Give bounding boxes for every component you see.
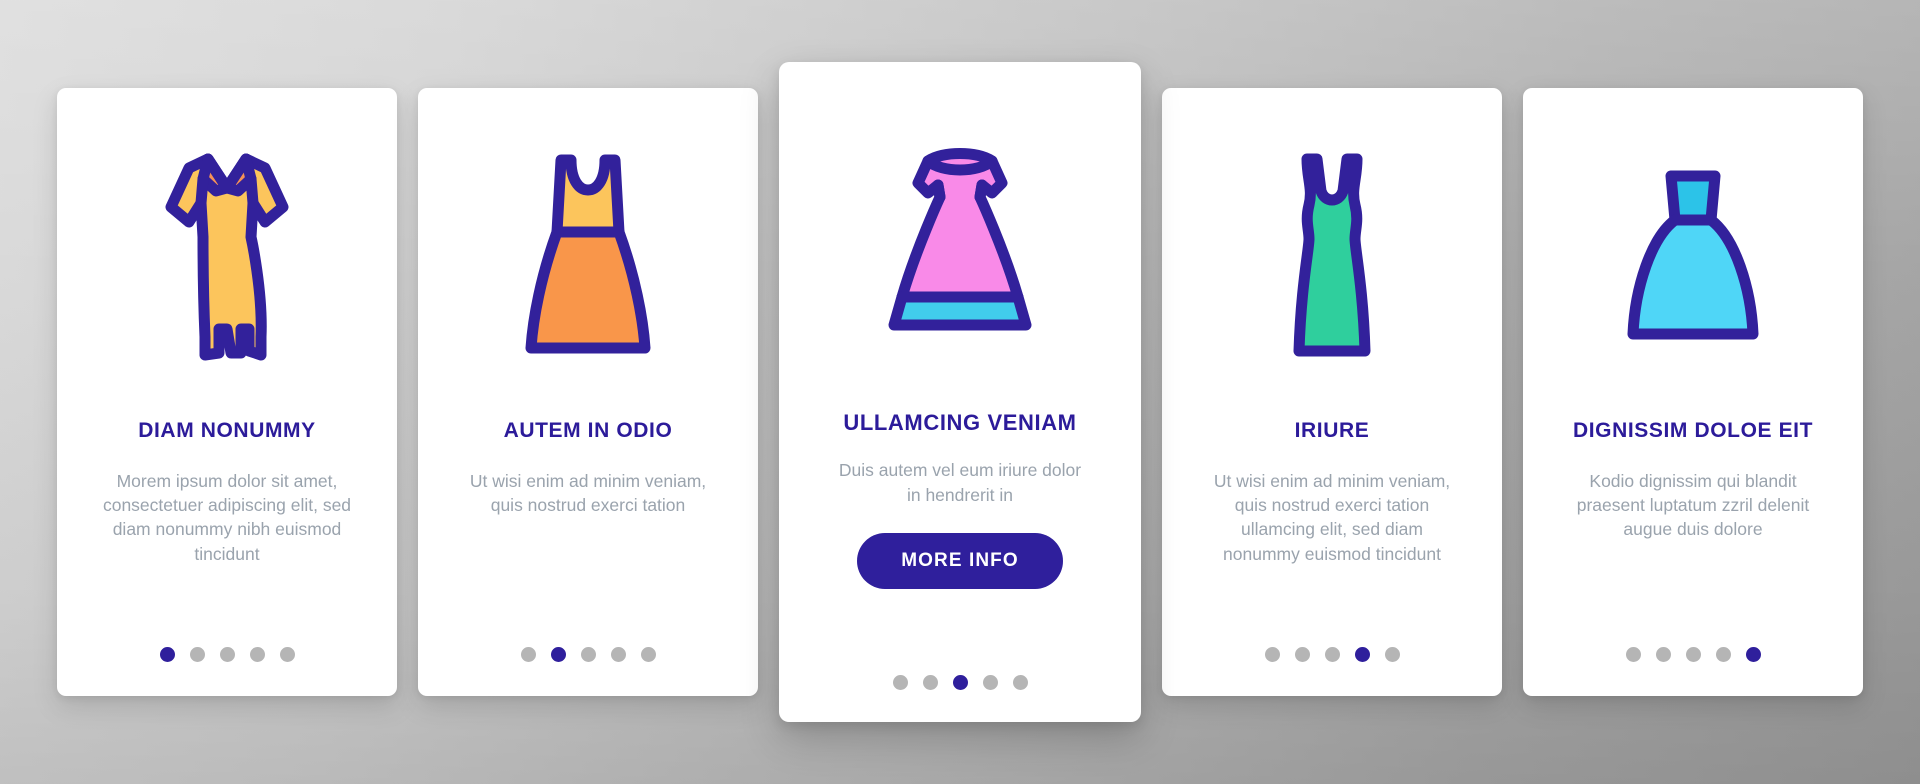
pagination-dot[interactable]	[1715, 647, 1731, 662]
dress-short-sleeve-collar-icon	[161, 132, 293, 382]
pagination-dot[interactable]	[892, 675, 908, 690]
more-info-button[interactable]: MORE INFO	[857, 532, 1063, 589]
pagination-dot[interactable]	[952, 675, 968, 690]
onboarding-card-3-featured[interactable]: ULLAMCING VENIAM Duis autem vel eum iriu…	[779, 62, 1141, 722]
pagination-dot[interactable]	[580, 647, 596, 662]
pagination-dot[interactable]	[1324, 647, 1340, 662]
pagination-dot[interactable]	[610, 647, 626, 662]
pagination-dot[interactable]	[1745, 647, 1761, 662]
pagination-dot[interactable]	[279, 647, 295, 662]
pagination-dots[interactable]	[1264, 647, 1400, 662]
pagination-dot[interactable]	[1655, 647, 1671, 662]
pagination-dot[interactable]	[1625, 647, 1641, 662]
pagination-dot[interactable]	[249, 647, 265, 662]
onboarding-card-row: DIAM NONUMMY Morem ipsum dolor sit amet,…	[0, 0, 1920, 784]
card-body: Ut wisi enim ad minim veniam, quis nostr…	[469, 471, 707, 516]
card-body: Kodio dignissim qui blandit praesent lup…	[1576, 471, 1810, 540]
pagination-dot[interactable]	[922, 675, 938, 690]
card-body: Duis autem vel eum iriure dolor in hendr…	[838, 460, 1082, 505]
dress-off-shoulder-gown-icon	[884, 108, 1036, 376]
pagination-dot[interactable]	[520, 647, 536, 662]
pagination-dots[interactable]	[520, 647, 656, 662]
card-body: Ut wisi enim ad minim veniam, quis nostr…	[1213, 471, 1451, 564]
onboarding-card-2[interactable]: AUTEM IN ODIO Ut wisi enim ad minim veni…	[418, 88, 758, 696]
pagination-dot[interactable]	[189, 647, 205, 662]
pagination-dots[interactable]	[892, 675, 1028, 690]
pagination-dots[interactable]	[159, 647, 295, 662]
pagination-dot[interactable]	[1384, 647, 1400, 662]
pagination-dot[interactable]	[550, 647, 566, 662]
card-title: IRIURE	[1294, 419, 1370, 442]
card-title: ULLAMCING VENIAM	[843, 410, 1077, 435]
pagination-dots[interactable]	[1625, 647, 1761, 662]
card-body: Morem ipsum dolor sit amet, consectetuer…	[102, 471, 352, 564]
pagination-dot[interactable]	[1264, 647, 1280, 662]
dress-sleeveless-flare-icon	[523, 132, 653, 382]
card-title: DIAM NONUMMY	[138, 419, 316, 442]
pagination-dot[interactable]	[640, 647, 656, 662]
pagination-dot[interactable]	[1012, 675, 1028, 690]
pagination-dot[interactable]	[219, 647, 235, 662]
pagination-dot[interactable]	[982, 675, 998, 690]
onboarding-card-1[interactable]: DIAM NONUMMY Morem ipsum dolor sit amet,…	[57, 88, 397, 696]
card-title: DIGNISSIM DOLOE EIT	[1572, 419, 1814, 442]
onboarding-card-4[interactable]: IRIURE Ut wisi enim ad minim veniam, qui…	[1162, 88, 1502, 696]
onboarding-card-5[interactable]: DIGNISSIM DOLOE EIT Kodio dignissim qui …	[1523, 88, 1863, 696]
card-title: AUTEM IN ODIO	[503, 419, 673, 442]
pagination-dot[interactable]	[1354, 647, 1370, 662]
pagination-dot[interactable]	[1685, 647, 1701, 662]
pagination-dot[interactable]	[159, 647, 175, 662]
dress-bodycon-vneck-icon	[1277, 132, 1387, 382]
dress-ballgown-bodice-icon	[1623, 132, 1763, 382]
onboarding-screens-backdrop: DIAM NONUMMY Morem ipsum dolor sit amet,…	[0, 0, 1920, 784]
pagination-dot[interactable]	[1294, 647, 1310, 662]
